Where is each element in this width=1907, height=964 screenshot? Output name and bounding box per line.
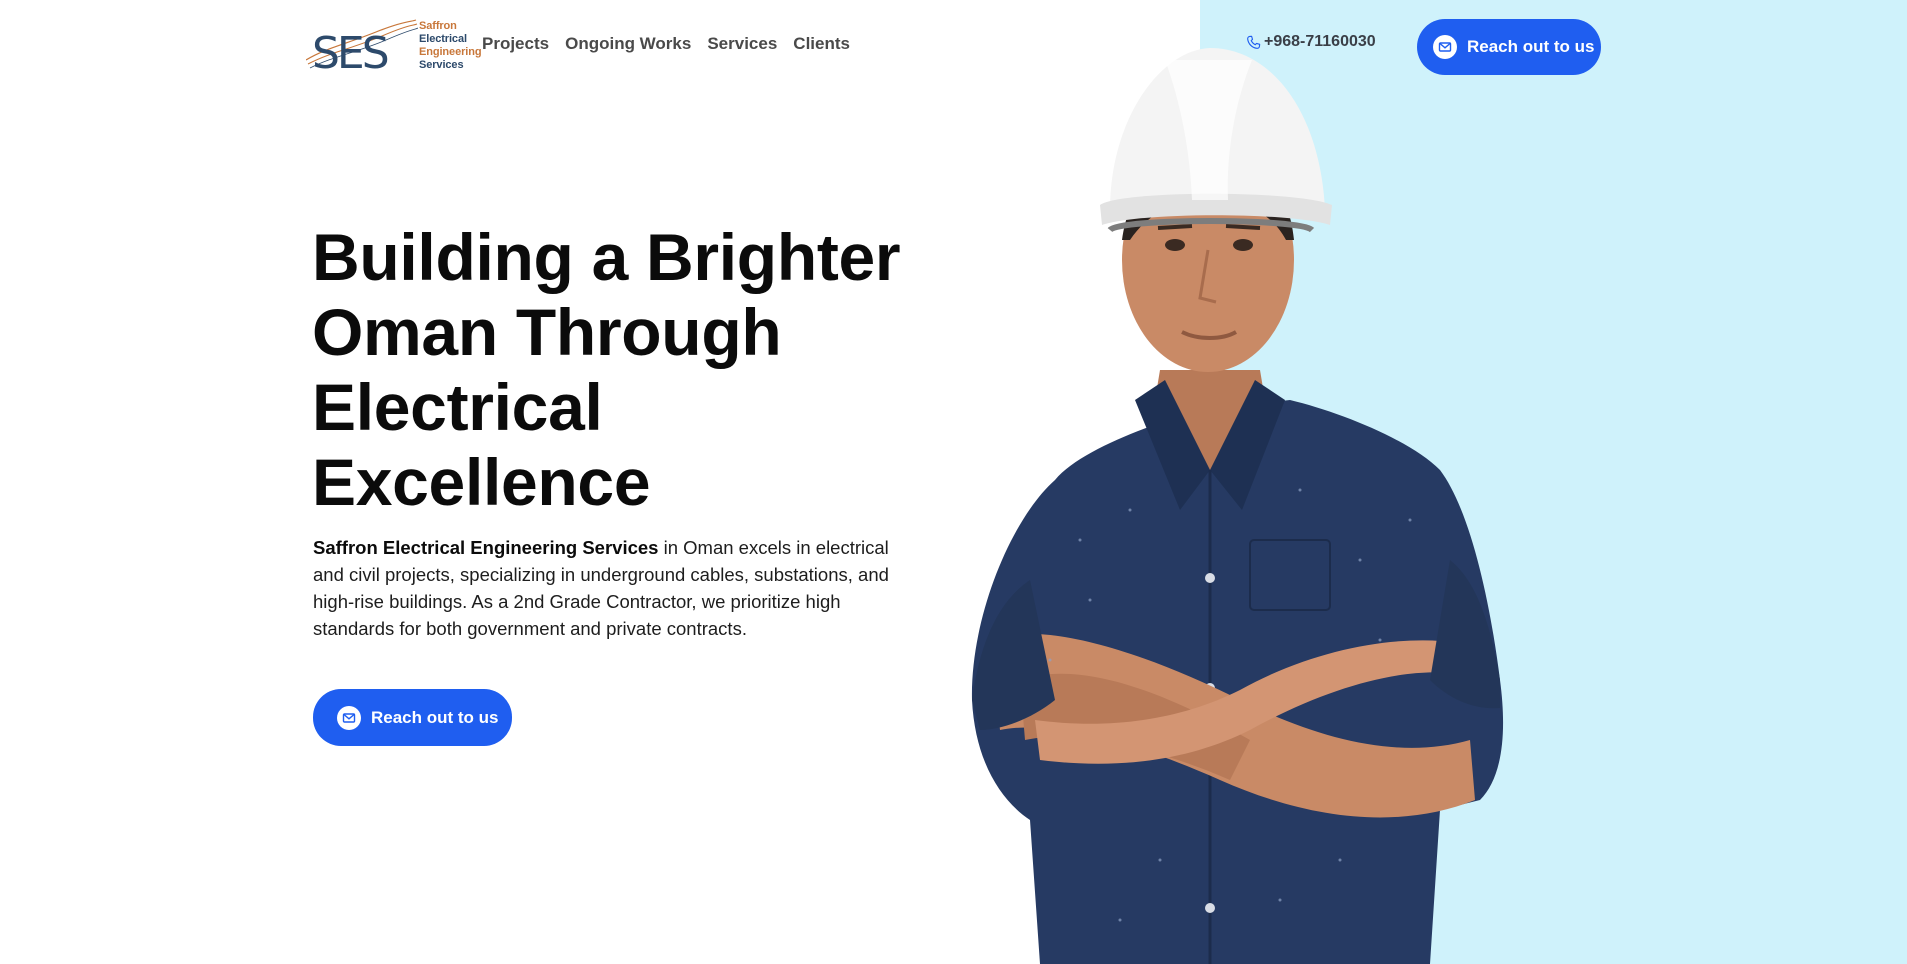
engineer-photo xyxy=(971,48,1504,964)
nav-item-projects[interactable]: Projects xyxy=(482,34,549,54)
hero-cta-button[interactable]: Reach out to us xyxy=(313,689,512,746)
hero-title-line: Building a Brighter xyxy=(312,220,901,294)
logo-letters: SES xyxy=(312,28,388,76)
logo-line: Engineering xyxy=(419,46,482,58)
hero-title-line: Excellence xyxy=(312,445,651,519)
hero-cta-label: Reach out to us xyxy=(371,707,499,727)
hero-title-line: Electrical xyxy=(312,370,603,444)
envelope-icon xyxy=(337,705,361,730)
hero-description-company: Saffron Electrical Engineering Services xyxy=(313,537,659,558)
main-nav: Projects Ongoing Works Services Clients xyxy=(482,34,850,54)
nav-item-ongoing-works[interactable]: Ongoing Works xyxy=(565,34,691,54)
hero-description: Saffron Electrical Engineering Services … xyxy=(313,534,913,642)
hero-title-line: Oman Through xyxy=(312,295,782,369)
logo-line: Services xyxy=(419,59,464,71)
logo-line: Electrical xyxy=(419,33,467,45)
logo-line: Saffron xyxy=(419,20,457,32)
nav-item-clients[interactable]: Clients xyxy=(793,34,850,54)
logo-mark: SES xyxy=(306,19,418,76)
hero-title: Building a Brighter Oman Through Electri… xyxy=(312,220,952,520)
logo-wordmark: Saffron Electrical Engineering Services xyxy=(419,20,482,72)
nav-item-services[interactable]: Services xyxy=(707,34,777,54)
company-logo[interactable]: SES Saffron Electrical Engineering Servi… xyxy=(306,18,482,76)
